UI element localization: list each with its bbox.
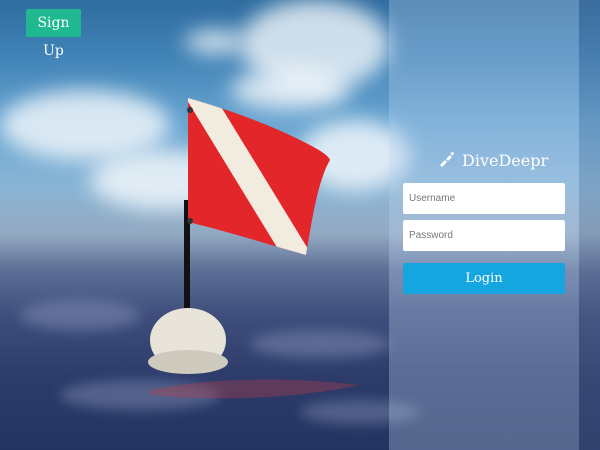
panel-edge-strip — [579, 0, 600, 450]
login-button[interactable]: Login — [403, 263, 565, 294]
signup-button[interactable]: Sign Up — [26, 9, 81, 59]
buoy-base — [148, 350, 228, 374]
password-input[interactable] — [403, 220, 565, 251]
flag-reflection — [150, 379, 360, 399]
background-scene: Sign Up DiveDeepr Login — [0, 0, 600, 450]
diver-fins-icon — [440, 152, 454, 167]
brand-name: DiveDeepr — [462, 150, 549, 170]
brand-logo: DiveDeepr — [437, 147, 548, 173]
flag-grommet — [187, 107, 193, 113]
flag-grommet — [187, 218, 193, 224]
username-input[interactable] — [403, 183, 565, 214]
